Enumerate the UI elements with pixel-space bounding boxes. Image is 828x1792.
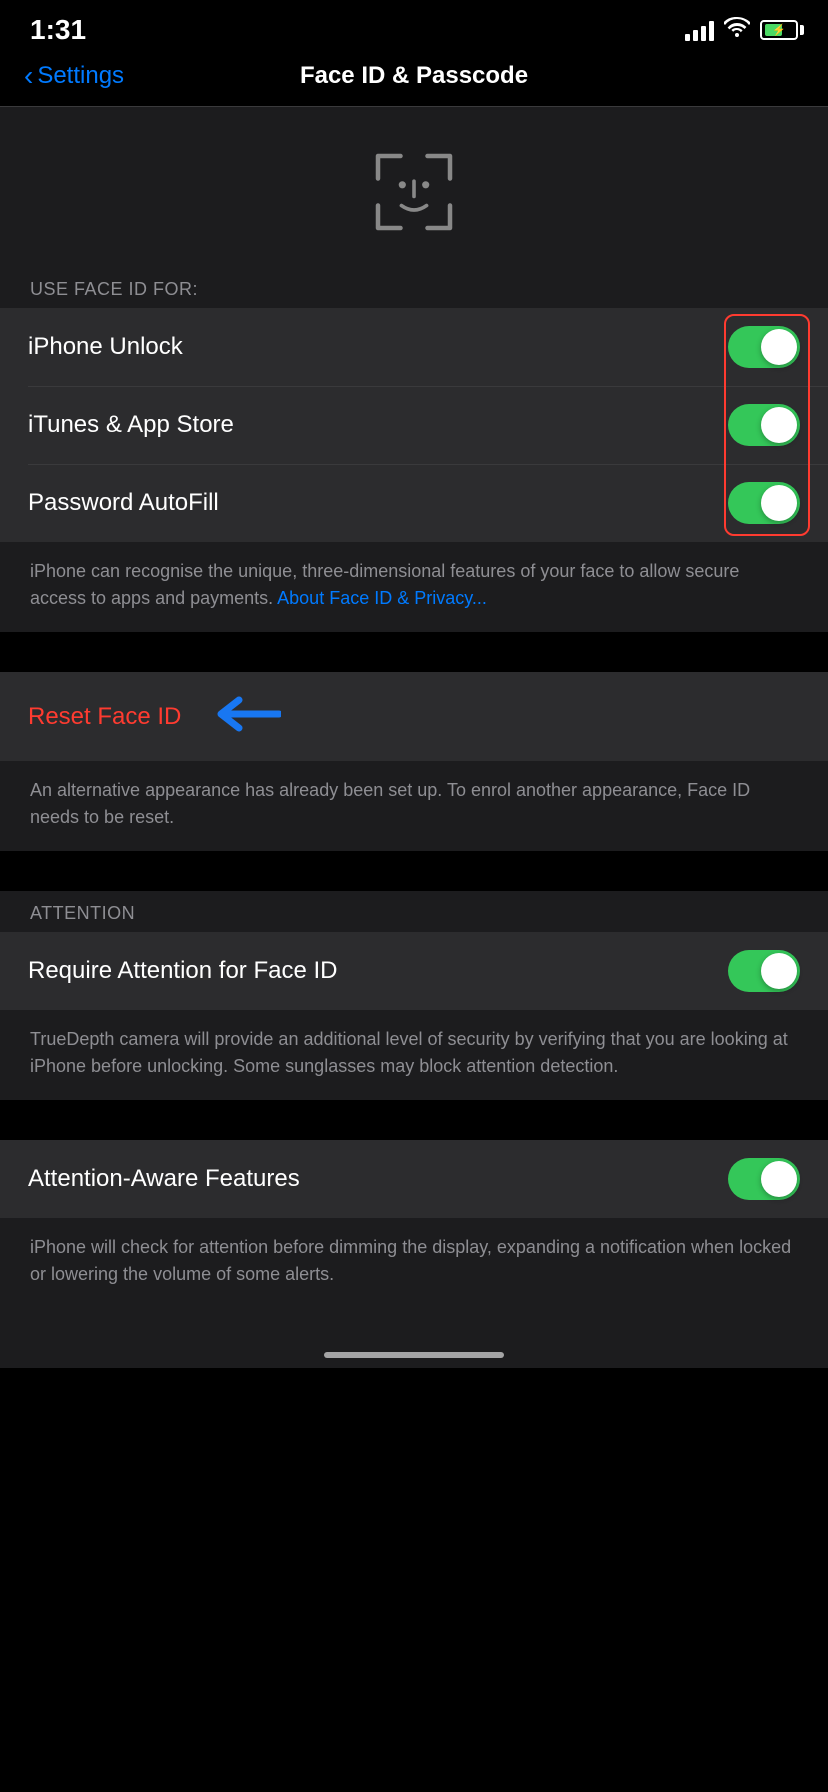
back-arrow-icon: ‹ — [24, 62, 33, 90]
iphone-unlock-row[interactable]: iPhone Unlock — [0, 308, 828, 386]
itunes-appstore-label: iTunes & App Store — [28, 411, 234, 439]
status-time: 1:31 — [30, 14, 86, 46]
signal-icon — [685, 19, 714, 41]
face-id-description: iPhone can recognise the unique, three-d… — [0, 542, 828, 632]
require-attention-toggle[interactable] — [728, 950, 800, 992]
attention-settings-group: Require Attention for Face ID — [0, 932, 828, 1010]
password-autofill-label: Password AutoFill — [28, 489, 219, 517]
reset-face-id-row[interactable]: Reset Face ID — [0, 672, 828, 761]
attention-aware-row[interactable]: Attention-Aware Features — [0, 1140, 828, 1218]
iphone-unlock-label: iPhone Unlock — [28, 333, 183, 361]
section-gap-3 — [0, 1100, 828, 1140]
back-button[interactable]: ‹ Settings — [24, 62, 124, 90]
page-title: Face ID & Passcode — [300, 62, 528, 90]
alternative-text: An alternative appearance has already be… — [0, 761, 828, 851]
awareness-description: iPhone will check for attention before d… — [0, 1218, 828, 1308]
blue-arrow-annotation — [201, 692, 281, 741]
toggle-knob — [761, 485, 797, 521]
attention-description: TrueDepth camera will provide an additio… — [0, 1010, 828, 1100]
require-attention-label: Require Attention for Face ID — [28, 957, 338, 985]
status-icons: ⚡ — [685, 17, 798, 43]
face-id-settings-group: iPhone Unlock iTunes & App Store Passwor… — [0, 308, 828, 542]
face-id-privacy-link[interactable]: About Face ID & Privacy... — [277, 588, 487, 608]
home-indicator — [324, 1352, 504, 1358]
status-bar: 1:31 ⚡ — [0, 0, 828, 54]
attention-aware-toggle[interactable] — [728, 1158, 800, 1200]
iphone-unlock-toggle[interactable] — [728, 326, 800, 368]
itunes-appstore-row[interactable]: iTunes & App Store — [0, 386, 828, 464]
home-indicator-bar — [0, 1308, 828, 1368]
nav-bar: ‹ Settings Face ID & Passcode — [0, 54, 828, 106]
reset-face-id-label: Reset Face ID — [28, 703, 181, 731]
face-id-icon — [369, 147, 459, 237]
face-id-icon-section — [0, 107, 828, 267]
use-face-id-label: USE FACE ID FOR: — [0, 267, 828, 308]
battery-icon: ⚡ — [760, 20, 798, 40]
toggle-knob — [761, 1161, 797, 1197]
toggle-knob — [761, 329, 797, 365]
wifi-icon — [724, 17, 750, 43]
toggle-knob — [761, 953, 797, 989]
attention-aware-label: Attention-Aware Features — [28, 1165, 300, 1193]
section-gap-1 — [0, 632, 828, 672]
password-autofill-row[interactable]: Password AutoFill — [0, 464, 828, 542]
attention-label: ATTENTION — [0, 891, 828, 932]
itunes-appstore-toggle[interactable] — [728, 404, 800, 446]
password-autofill-toggle[interactable] — [728, 482, 800, 524]
require-attention-row[interactable]: Require Attention for Face ID — [0, 932, 828, 1010]
toggle-knob — [761, 407, 797, 443]
section-gap-2 — [0, 851, 828, 891]
awareness-settings-group: Attention-Aware Features — [0, 1140, 828, 1218]
